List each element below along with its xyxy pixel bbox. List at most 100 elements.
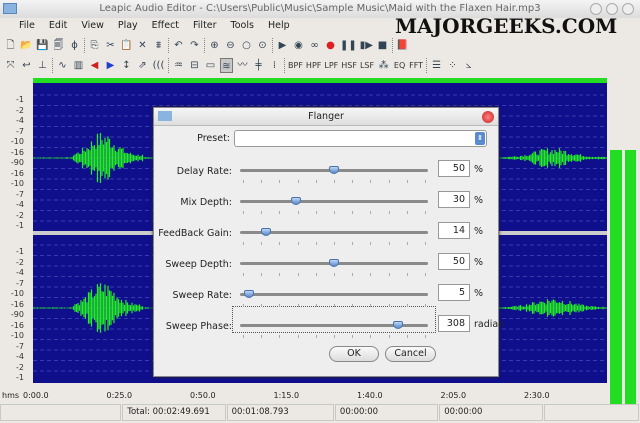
record-icon[interactable]: ●: [324, 38, 337, 53]
select-all-icon[interactable]: ⤧: [4, 58, 17, 73]
menu-help[interactable]: Help: [261, 18, 297, 34]
waveform-icon[interactable]: ∿: [56, 58, 69, 73]
reverb-icon[interactable]: ♒: [172, 58, 185, 73]
undo-icon[interactable]: ↶: [172, 38, 185, 53]
zoom-selection-icon[interactable]: ○: [240, 38, 253, 53]
zoom-all-icon[interactable]: ⊙: [256, 38, 269, 53]
tick: [243, 335, 244, 338]
flanger-dialog: Flanger Preset: ⇕ Delay Rate: 50% Mix Dept…: [153, 107, 504, 377]
ruler-tick-label: 1:40.0: [357, 391, 383, 400]
paste-icon[interactable]: 📋: [120, 38, 133, 53]
normalize-icon[interactable]: ▥: [72, 58, 85, 73]
hpf-button[interactable]: HPF: [306, 58, 321, 73]
zoom-out-icon[interactable]: ⊖: [224, 38, 237, 53]
menu-filter[interactable]: Filter: [186, 18, 224, 34]
tick: [370, 304, 372, 307]
ok-button[interactable]: OK: [329, 346, 379, 362]
step-icon[interactable]: ▮▶: [360, 38, 373, 53]
menu-effect[interactable]: Effect: [145, 18, 186, 34]
bpf-button[interactable]: BPF: [288, 58, 303, 73]
plugin-icon[interactable]: ⁘: [446, 58, 459, 73]
tempo-icon[interactable]: ⁞: [268, 58, 281, 73]
filter-icon[interactable]: ⁂: [377, 58, 390, 73]
help-book-icon[interactable]: 📕: [396, 38, 409, 53]
tick: [315, 242, 317, 245]
tick: [315, 211, 317, 214]
param-slider[interactable]: [240, 228, 428, 236]
chorus-icon[interactable]: 〰: [236, 58, 249, 73]
param-slider[interactable]: [240, 259, 428, 267]
loop-icon[interactable]: ∞: [308, 38, 321, 53]
marker-icon[interactable]: ⊥: [36, 58, 49, 73]
tick: [333, 335, 335, 338]
brush-icon[interactable]: ɸ: [68, 38, 81, 53]
param-value-input[interactable]: 30: [438, 191, 470, 208]
param-slider[interactable]: [240, 290, 428, 298]
tick: [315, 304, 317, 307]
amplify-icon[interactable]: ↕: [120, 58, 133, 73]
param-value-input[interactable]: 308: [438, 315, 470, 332]
tick: [388, 273, 390, 276]
dialog-close-button[interactable]: [482, 111, 494, 123]
menu-edit[interactable]: Edit: [42, 18, 74, 34]
fade-in-icon[interactable]: ◀: [88, 58, 101, 73]
save-icon[interactable]: 💾: [36, 38, 49, 53]
pitch-icon[interactable]: ╪: [252, 58, 265, 73]
slider-thumb[interactable]: [329, 166, 339, 174]
copy-icon[interactable]: ⎘: [88, 38, 101, 53]
trim-icon[interactable]: ⩩: [152, 38, 165, 53]
param-slider[interactable]: [240, 166, 428, 174]
redo-icon[interactable]: ↷: [188, 38, 201, 53]
stop-icon[interactable]: ■: [376, 38, 389, 53]
tick: [352, 211, 354, 214]
slider-thumb[interactable]: [261, 228, 272, 236]
properties-icon[interactable]: 🗐: [52, 38, 65, 53]
menu-play[interactable]: Play: [111, 18, 145, 34]
new-icon[interactable]: 🗋: [4, 38, 17, 53]
play-icon[interactable]: ▶: [276, 38, 289, 53]
param-slider[interactable]: [240, 197, 428, 205]
menu-file[interactable]: File: [12, 18, 42, 34]
settings-icon[interactable]: ☰: [430, 58, 443, 73]
tick: [333, 211, 335, 214]
fft-button[interactable]: FFT: [409, 58, 423, 73]
menu-tools[interactable]: Tools: [224, 18, 261, 34]
menu-view[interactable]: View: [74, 18, 111, 34]
slider-thumb[interactable]: [392, 321, 403, 329]
chart-icon[interactable]: ⦣: [462, 58, 475, 73]
hsf-button[interactable]: HSF: [341, 58, 357, 73]
param-value-input[interactable]: 50: [438, 253, 470, 270]
flanger-icon[interactable]: ≋: [220, 58, 233, 73]
open-icon[interactable]: 📂: [20, 38, 33, 53]
zoom-in-icon[interactable]: ⊕: [208, 38, 221, 53]
fade-out-icon[interactable]: ▶: [104, 58, 117, 73]
param-value-input[interactable]: 5: [438, 284, 470, 301]
toolbar-separator: [426, 58, 428, 73]
play-selection-icon[interactable]: ◉: [292, 38, 305, 53]
preset-select[interactable]: ⇕: [234, 130, 487, 147]
silence-icon[interactable]: ▭: [204, 58, 217, 73]
tick: [424, 335, 426, 338]
param-slider[interactable]: [240, 321, 428, 329]
lsf-button[interactable]: LSF: [360, 58, 374, 73]
echo-icon[interactable]: (((: [152, 58, 165, 73]
cut-icon[interactable]: ✂: [104, 38, 117, 53]
preset-label: Preset:: [197, 133, 230, 144]
slider-thumb[interactable]: [329, 259, 339, 267]
tick: [406, 304, 408, 307]
lpf-button[interactable]: LPF: [324, 58, 338, 73]
eq-button[interactable]: EQ: [393, 58, 406, 73]
delete-icon[interactable]: ✕: [136, 38, 149, 53]
close-button[interactable]: [622, 3, 634, 15]
param-value-input[interactable]: 50: [438, 160, 470, 177]
stretch-icon[interactable]: ⇗: [136, 58, 149, 73]
back-icon[interactable]: ↩: [20, 58, 33, 73]
slider-thumb[interactable]: [291, 197, 302, 205]
cancel-button[interactable]: Cancel: [385, 346, 436, 362]
invert-icon[interactable]: ⊟: [188, 58, 201, 73]
tick: [297, 304, 299, 307]
slider-thumb[interactable]: [244, 290, 255, 298]
param-value-input[interactable]: 14: [438, 222, 470, 239]
tick: [370, 211, 372, 214]
pause-icon[interactable]: ❚❚: [340, 38, 357, 53]
